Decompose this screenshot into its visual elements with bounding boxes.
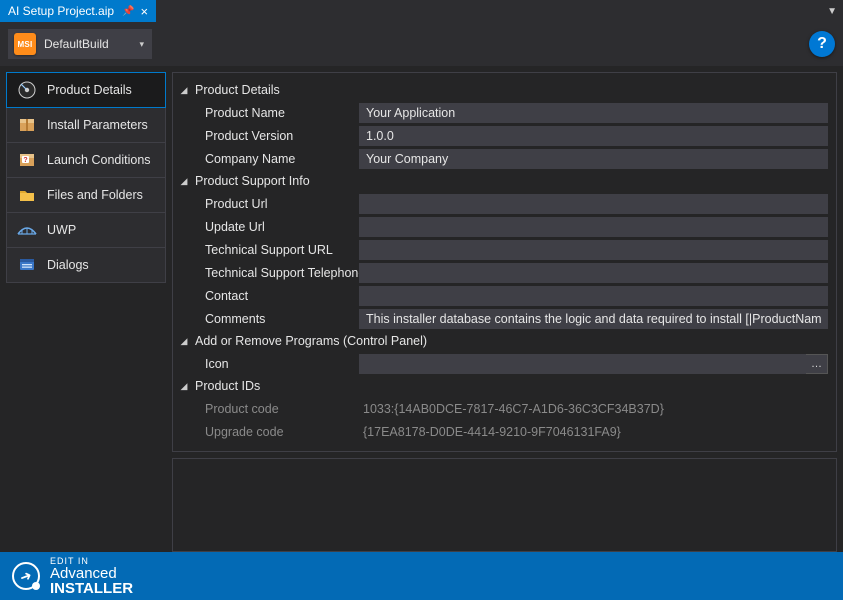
label-contact: Contact xyxy=(177,289,359,303)
input-contact[interactable] xyxy=(359,286,828,306)
build-config-label: DefaultBuild xyxy=(44,37,109,51)
dialog-icon xyxy=(17,255,37,275)
folder-icon xyxy=(17,185,37,205)
collapse-icon: ◢ xyxy=(179,381,189,392)
section-product-ids[interactable]: ◢ Product IDs xyxy=(177,375,828,397)
input-company-name[interactable] xyxy=(359,149,828,169)
bridge-icon xyxy=(17,220,37,240)
nav-label: Launch Conditions xyxy=(47,153,151,167)
value-upgrade-code: {17EA8178-D0DE-4414-9210-9F7046131FA9} xyxy=(359,425,828,439)
document-tab[interactable]: AI Setup Project.aip 📌 × xyxy=(0,0,156,22)
nav-launch-conditions[interactable]: ? Launch Conditions xyxy=(6,142,166,178)
input-product-name[interactable] xyxy=(359,103,828,123)
input-product-version[interactable] xyxy=(359,126,828,146)
input-icon[interactable] xyxy=(359,354,806,374)
input-comments[interactable] xyxy=(359,309,828,329)
input-tech-tel[interactable] xyxy=(359,263,828,283)
label-upgrade-code: Upgrade code xyxy=(177,425,359,439)
section-product-details[interactable]: ◢ Product Details xyxy=(177,79,828,101)
main-panel: ◢ Product Details Product Name Product V… xyxy=(172,72,837,552)
toolbar: MSI DefaultBuild ▾ ? xyxy=(0,22,843,66)
chevron-down-icon: ▾ xyxy=(139,39,144,50)
collapse-icon: ◢ xyxy=(179,336,189,347)
browse-icon-button[interactable]: … xyxy=(806,354,828,374)
box-icon xyxy=(17,115,37,135)
footer-brand[interactable]: ➜ EDIT IN Advanced INSTALLER xyxy=(0,552,843,600)
nav-install-parameters[interactable]: Install Parameters xyxy=(6,107,166,143)
side-nav: Product Details Install Parameters ? Lau… xyxy=(6,72,166,552)
nav-label: Dialogs xyxy=(47,258,89,272)
advanced-installer-icon: ➜ xyxy=(12,562,40,590)
label-product-code: Product code xyxy=(177,402,359,416)
input-product-url[interactable] xyxy=(359,194,828,214)
tab-bar: AI Setup Project.aip 📌 × ▼ xyxy=(0,0,843,22)
nav-files-folders[interactable]: Files and Folders xyxy=(6,177,166,213)
label-product-url: Product Url xyxy=(177,197,359,211)
section-support-info[interactable]: ◢ Product Support Info xyxy=(177,170,828,192)
input-tech-url[interactable] xyxy=(359,240,828,260)
section-title: Product Details xyxy=(195,83,280,97)
close-icon[interactable]: × xyxy=(141,5,149,18)
help-button[interactable]: ? xyxy=(809,31,835,57)
footer-text: EDIT IN Advanced INSTALLER xyxy=(50,557,133,596)
nav-label: Files and Folders xyxy=(47,188,143,202)
label-product-version: Product Version xyxy=(177,129,359,143)
nav-product-details[interactable]: Product Details xyxy=(6,72,166,108)
nav-label: Product Details xyxy=(47,83,132,97)
collapse-icon: ◢ xyxy=(179,176,189,187)
label-icon: Icon xyxy=(177,357,359,371)
build-config-dropdown[interactable]: MSI DefaultBuild ▾ xyxy=(8,29,152,59)
tab-title: AI Setup Project.aip xyxy=(8,4,114,18)
label-comments: Comments xyxy=(177,312,359,326)
input-update-url[interactable] xyxy=(359,217,828,237)
description-panel xyxy=(172,458,837,552)
label-company-name: Company Name xyxy=(177,152,359,166)
properties-panel: ◢ Product Details Product Name Product V… xyxy=(172,72,837,452)
value-product-code: 1033:{14AB0DCE-7817-46C7-A1D6-36C3CF34B3… xyxy=(359,402,828,416)
label-product-name: Product Name xyxy=(177,106,359,120)
disc-icon xyxy=(17,80,37,100)
tab-overflow-icon[interactable]: ▼ xyxy=(827,0,837,22)
section-arp[interactable]: ◢ Add or Remove Programs (Control Panel) xyxy=(177,330,828,352)
svg-text:?: ? xyxy=(23,157,27,164)
msi-icon: MSI xyxy=(14,33,36,55)
section-title: Product IDs xyxy=(195,379,260,393)
collapse-icon: ◢ xyxy=(179,85,189,96)
label-tech-tel: Technical Support Telephone xyxy=(177,266,359,280)
nav-uwp[interactable]: UWP xyxy=(6,212,166,248)
nav-dialogs[interactable]: Dialogs xyxy=(6,247,166,283)
section-title: Product Support Info xyxy=(195,174,310,188)
box-question-icon: ? xyxy=(17,150,37,170)
nav-label: UWP xyxy=(47,223,76,237)
pin-icon[interactable]: 📌 xyxy=(122,6,134,17)
nav-label: Install Parameters xyxy=(47,118,148,132)
label-tech-url: Technical Support URL xyxy=(177,243,359,257)
label-update-url: Update Url xyxy=(177,220,359,234)
section-title: Add or Remove Programs (Control Panel) xyxy=(195,334,427,348)
